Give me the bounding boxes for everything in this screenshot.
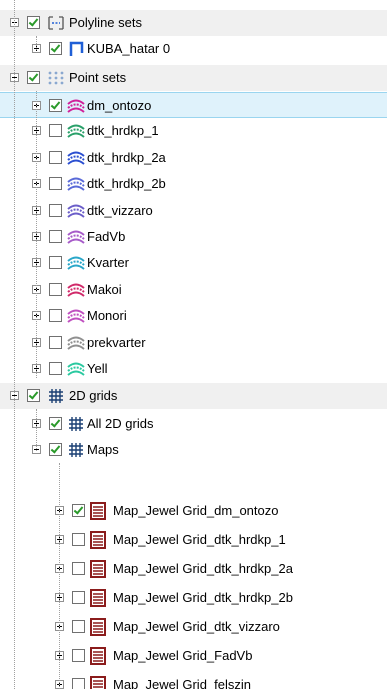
point-set-item[interactable]: Yell	[0, 356, 387, 382]
item-label: Map_Jewel Grid_dm_ontozo	[113, 503, 279, 518]
grid-folder-icon	[69, 443, 83, 457]
item-checkbox[interactable]	[49, 443, 62, 456]
item-label: prekvarter	[87, 335, 146, 350]
item-label: Map_Jewel Grid_dtk_hrdkp_1	[113, 532, 286, 547]
point-set-item[interactable]: prekvarter	[0, 330, 387, 356]
point-set-icon	[67, 99, 85, 113]
tree-connector	[59, 463, 60, 689]
category-checkbox[interactable]	[27, 71, 40, 84]
category-label: Polyline sets	[69, 15, 142, 30]
grid-map-icon	[90, 531, 106, 549]
item-checkbox[interactable]	[72, 504, 85, 517]
item-label: Kvarter	[87, 255, 129, 270]
item-checkbox[interactable]	[49, 336, 62, 349]
point-set-item[interactable]: dtk_hrdkp_2a	[0, 145, 387, 171]
point-set-icon	[67, 283, 85, 297]
point-set-item[interactable]: FadVb	[0, 224, 387, 250]
grid-map-icon	[90, 502, 106, 520]
point-set-icon	[67, 256, 85, 270]
item-label: Makoi	[87, 282, 122, 297]
category-checkbox[interactable]	[27, 16, 40, 29]
tree-connector	[36, 91, 37, 378]
item-checkbox[interactable]	[49, 124, 62, 137]
point-set-icon	[67, 336, 85, 350]
point-sets-icon	[48, 71, 64, 85]
tree-connector	[36, 36, 37, 50]
item-checkbox[interactable]	[49, 256, 62, 269]
polyline-icon	[69, 41, 84, 56]
item-checkbox[interactable]	[72, 533, 85, 546]
item-checkbox[interactable]	[49, 309, 62, 322]
grid-map-icon	[90, 560, 106, 578]
point-set-item[interactable]: Kvarter	[0, 250, 387, 276]
item-checkbox[interactable]	[49, 42, 62, 55]
grid-map-icon	[90, 647, 106, 665]
item-label: dtk_vizzaro	[87, 203, 153, 218]
item-label: FadVb	[87, 229, 126, 244]
item-label: Map_Jewel Grid_dtk_vizzaro	[113, 619, 280, 634]
grid-folder-maps[interactable]: Maps	[0, 437, 387, 463]
item-checkbox[interactable]	[49, 230, 62, 243]
point-set-icon	[67, 309, 85, 323]
grid-map-icon	[90, 618, 106, 636]
category-label: Point sets	[69, 70, 127, 85]
tree-connector	[36, 409, 37, 451]
item-label: Map_Jewel Grid_FadVb	[113, 648, 253, 663]
point-set-item[interactable]: dtk_hrdkp_1	[0, 118, 387, 144]
category-label: 2D grids	[69, 388, 118, 403]
category-polyline-sets[interactable]: Polyline sets	[0, 10, 387, 36]
tree-connector	[14, 0, 15, 689]
point-set-item[interactable]: dm_ontozo	[0, 92, 387, 118]
point-set-item[interactable]: Monori	[0, 303, 387, 329]
item-label: KUBA_hatar 0	[87, 41, 171, 56]
item-label: dtk_hrdkp_2b	[87, 176, 166, 191]
item-label: dtk_hrdkp_2a	[87, 150, 166, 165]
layer-tree: Polyline sets KUBA_hatar 0 Point sets dm…	[0, 0, 387, 689]
item-checkbox[interactable]	[49, 151, 62, 164]
item-checkbox[interactable]	[72, 562, 85, 575]
point-set-icon	[67, 362, 85, 376]
item-label: Yell	[87, 361, 108, 376]
item-checkbox[interactable]	[49, 177, 62, 190]
item-checkbox[interactable]	[49, 283, 62, 296]
grid-folder-icon	[69, 417, 83, 431]
point-set-item[interactable]: dtk_vizzaro	[0, 198, 387, 224]
item-label: dm_ontozo	[87, 98, 152, 113]
point-set-icon	[67, 230, 85, 244]
grid-icon	[49, 389, 63, 403]
item-checkbox[interactable]	[72, 620, 85, 633]
point-set-icon	[67, 177, 85, 191]
item-checkbox[interactable]	[49, 99, 62, 112]
item-label: All 2D grids	[87, 416, 154, 431]
item-label: Map_Jewel Grid_dtk_hrdkp_2b	[113, 590, 293, 605]
point-set-icon	[67, 151, 85, 165]
item-label: Monori	[87, 308, 127, 323]
category-2d-grids[interactable]: 2D grids	[0, 383, 387, 409]
item-checkbox[interactable]	[49, 204, 62, 217]
item-label: Map_Jewel Grid_felszin	[113, 677, 252, 689]
item-label: Map_Jewel Grid_dtk_hrdkp_2a	[113, 561, 293, 576]
category-checkbox[interactable]	[27, 389, 40, 402]
item-checkbox[interactable]	[49, 362, 62, 375]
grid-map-icon	[90, 676, 106, 689]
item-label: dtk_hrdkp_1	[87, 123, 159, 138]
item-checkbox[interactable]	[72, 678, 85, 689]
point-set-item[interactable]: Makoi	[0, 277, 387, 303]
point-set-icon	[67, 124, 85, 138]
item-label: Maps	[87, 442, 119, 457]
item-checkbox[interactable]	[72, 591, 85, 604]
grid-folder-all[interactable]: All 2D grids	[0, 411, 387, 437]
grid-map-icon	[90, 589, 106, 607]
polyline-item[interactable]: KUBA_hatar 0	[0, 36, 387, 62]
item-checkbox[interactable]	[72, 649, 85, 662]
polyline-sets-icon	[48, 16, 64, 30]
category-point-sets[interactable]: Point sets	[0, 65, 387, 91]
item-checkbox[interactable]	[49, 417, 62, 430]
point-set-icon	[67, 204, 85, 218]
point-set-item[interactable]: dtk_hrdkp_2b	[0, 171, 387, 197]
